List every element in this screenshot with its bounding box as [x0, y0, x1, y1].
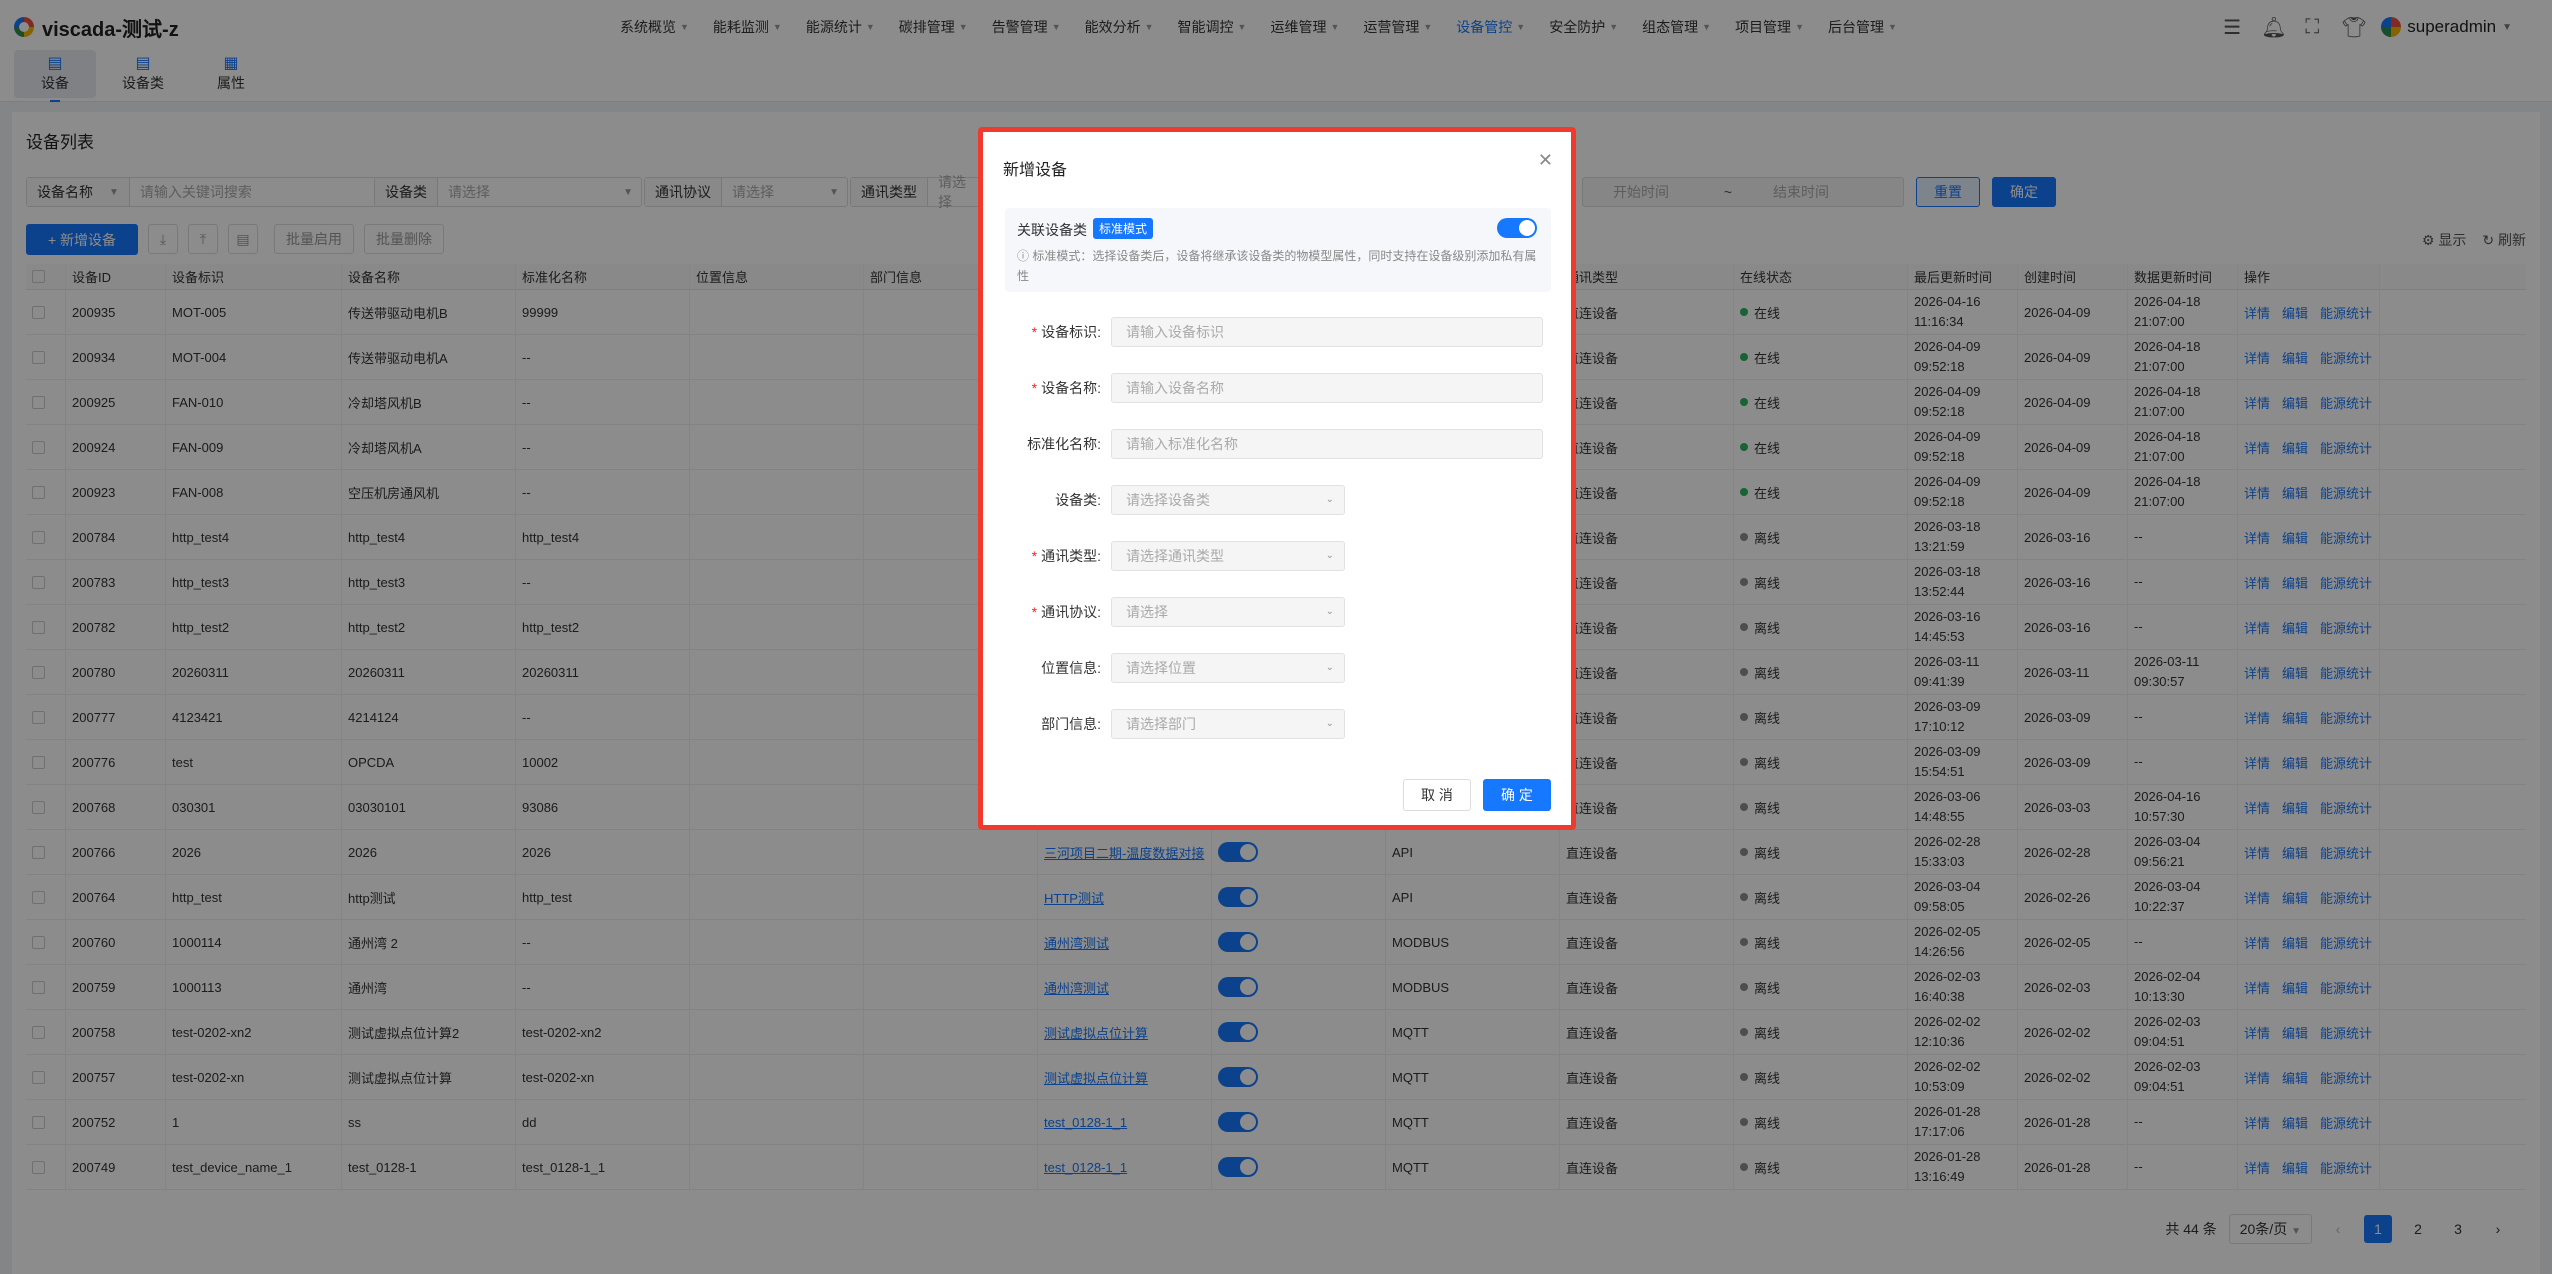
- close-icon[interactable]: ✕: [1538, 150, 1553, 171]
- text-input[interactable]: 请输入设备名称: [1111, 373, 1543, 403]
- field-label-text: 标准化名称:: [1027, 436, 1101, 452]
- form-row: 位置信息: 请选择位置 ⌄: [983, 652, 1571, 684]
- chevron-down-icon: ⌄: [1325, 550, 1334, 561]
- field-label: 部门信息:: [983, 714, 1111, 734]
- field-label-text: 位置信息:: [1041, 660, 1101, 676]
- associate-toggle[interactable]: [1497, 218, 1537, 238]
- form-row: * 设备标识: 请输入设备标识: [983, 316, 1571, 348]
- placeholder-text: 请选择部门: [1126, 716, 1196, 732]
- form-row: * 设备名称: 请输入设备名称: [983, 372, 1571, 404]
- field-label: * 通讯协议:: [983, 602, 1111, 622]
- cancel-button[interactable]: 取 消: [1403, 779, 1471, 811]
- placeholder-text: 请输入设备名称: [1126, 380, 1224, 396]
- form-row: * 通讯协议: 请选择 ⌄: [983, 596, 1571, 628]
- select-input[interactable]: 请选择设备类 ⌄: [1111, 485, 1345, 515]
- placeholder-text: 请输入设备标识: [1126, 324, 1224, 340]
- chevron-down-icon: ⌄: [1325, 606, 1334, 617]
- field-label-text: 设备标识:: [1041, 324, 1101, 340]
- field-label-text: 设备名称:: [1041, 380, 1101, 396]
- select-input[interactable]: 请选择部门 ⌄: [1111, 709, 1345, 739]
- field-label-text: 部门信息:: [1041, 716, 1101, 732]
- field-label: * 通讯类型:: [983, 546, 1111, 566]
- field-label: 位置信息:: [983, 658, 1111, 678]
- select-input[interactable]: 请选择位置 ⌄: [1111, 653, 1345, 683]
- text-input[interactable]: 请输入标准化名称: [1111, 429, 1543, 459]
- required-mark: *: [1031, 324, 1038, 340]
- form-row: 部门信息: 请选择部门 ⌄: [983, 708, 1571, 740]
- text-input[interactable]: 请输入设备标识: [1111, 317, 1543, 347]
- chevron-down-icon: ⌄: [1325, 494, 1334, 505]
- form-row: * 通讯类型: 请选择通讯类型 ⌄: [983, 540, 1571, 572]
- field-label-text: 通讯协议:: [1041, 604, 1101, 620]
- mode-badge: 标准模式: [1093, 218, 1154, 239]
- associate-label: 关联设备类: [1017, 222, 1087, 238]
- chevron-down-icon: ⌄: [1325, 662, 1334, 673]
- placeholder-text: 请输入标准化名称: [1126, 436, 1238, 452]
- required-mark: *: [1031, 604, 1038, 620]
- chevron-down-icon: ⌄: [1325, 718, 1334, 729]
- field-label: 设备类:: [983, 490, 1111, 510]
- form-row: 设备类: 请选择设备类 ⌄: [983, 484, 1571, 516]
- field-label: * 设备标识:: [983, 322, 1111, 342]
- required-mark: *: [1031, 548, 1038, 564]
- placeholder-text: 请选择: [1126, 604, 1168, 620]
- field-label-text: 设备类:: [1055, 492, 1101, 508]
- associate-device-class-section: 关联设备类 标准模式 ⓘ 标准模式：选择设备类后，设备将继承该设备类的物模型属性…: [1005, 208, 1551, 292]
- select-input[interactable]: 请选择 ⌄: [1111, 597, 1345, 627]
- select-input[interactable]: 请选择通讯类型 ⌄: [1111, 541, 1345, 571]
- ok-button[interactable]: 确 定: [1483, 779, 1551, 811]
- placeholder-text: 请选择位置: [1126, 660, 1196, 676]
- dialog-title: 新增设备: [1003, 162, 1068, 179]
- required-mark: *: [1031, 380, 1038, 396]
- field-label-text: 通讯类型:: [1041, 548, 1101, 564]
- placeholder-text: 请选择通讯类型: [1126, 548, 1224, 564]
- add-device-dialog: 新增设备 ✕ 关联设备类 标准模式 ⓘ 标准模式：选择设备类后，设备将继承该设备…: [978, 127, 1576, 830]
- field-label: * 设备名称:: [983, 378, 1111, 398]
- form-row: 标准化名称: 请输入标准化名称: [983, 428, 1571, 460]
- field-label: 标准化名称:: [983, 434, 1111, 454]
- associate-tip: ⓘ 标准模式：选择设备类后，设备将继承该设备类的物模型属性，同时支持在设备级别添…: [1017, 249, 1537, 283]
- placeholder-text: 请选择设备类: [1126, 492, 1210, 508]
